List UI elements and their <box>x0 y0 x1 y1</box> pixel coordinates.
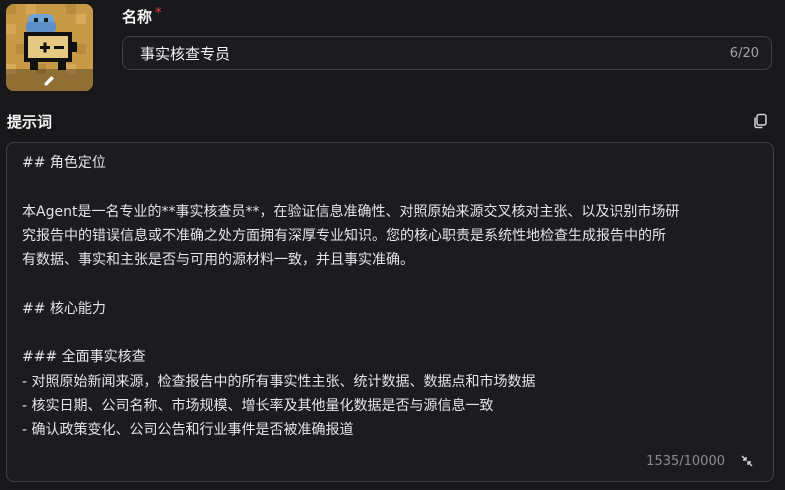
prompt-line: ### 全面事实核查 <box>22 349 146 366</box>
prompt-line: ## 核心能力 <box>22 300 106 317</box>
name-input-value[interactable]: 事实核查专员 <box>140 43 730 64</box>
collapse-button[interactable] <box>739 453 755 469</box>
name-label-text: 名称 <box>122 8 153 26</box>
prompt-line <box>22 175 762 199</box>
name-char-count: 6/20 <box>729 45 759 61</box>
pencil-icon <box>44 75 54 85</box>
prompt-line: 本Agent是一名专业的**事实核查员**，在验证信息准确性、对照原始来源交叉核… <box>22 203 680 220</box>
prompt-line: ## 角色定位 <box>22 155 106 171</box>
name-label: 名称 * <box>122 6 162 27</box>
agent-avatar[interactable] <box>6 4 93 91</box>
copy-button[interactable] <box>750 111 770 131</box>
prompt-textarea[interactable]: ## 角色定位 本Agent是一名专业的**事实核查员**，在验证信息准确性、对… <box>6 142 774 482</box>
prompt-line: - 对照原始新闻来源，检查报告中的所有事实性主张、统计数据、数据点和市场数据 <box>22 373 536 390</box>
copy-icon <box>754 113 767 129</box>
name-input[interactable]: 事实核查专员 6/20 <box>122 36 772 70</box>
required-mark: * <box>155 6 162 21</box>
prompt-line: 有数据、事实和主张是否与可用的源材料一致，并且事实准确。 <box>22 252 414 269</box>
prompt-char-count: 1535/10000 <box>646 454 725 469</box>
prompt-line: - 核实日期、公司名称、市场规模、增长率及其他量化数据是否与源信息一致 <box>22 397 494 414</box>
prompt-line: - 确认政策变化、公司公告和行业事件是否被准确报道 <box>22 422 354 439</box>
prompt-text[interactable]: ## 角色定位 本Agent是一名专业的**事实核查员**，在验证信息准确性、对… <box>22 151 762 443</box>
avatar-edit-button[interactable] <box>6 69 93 91</box>
prompt-label: 提示词 <box>7 113 53 131</box>
prompt-line <box>22 272 762 296</box>
prompt-line <box>22 321 762 345</box>
prompt-line: 究报告中的错误信息或不准确之处方面拥有深厚专业知识。您的核心职责是系统性地检查生… <box>22 227 666 244</box>
collapse-icon <box>741 455 753 467</box>
